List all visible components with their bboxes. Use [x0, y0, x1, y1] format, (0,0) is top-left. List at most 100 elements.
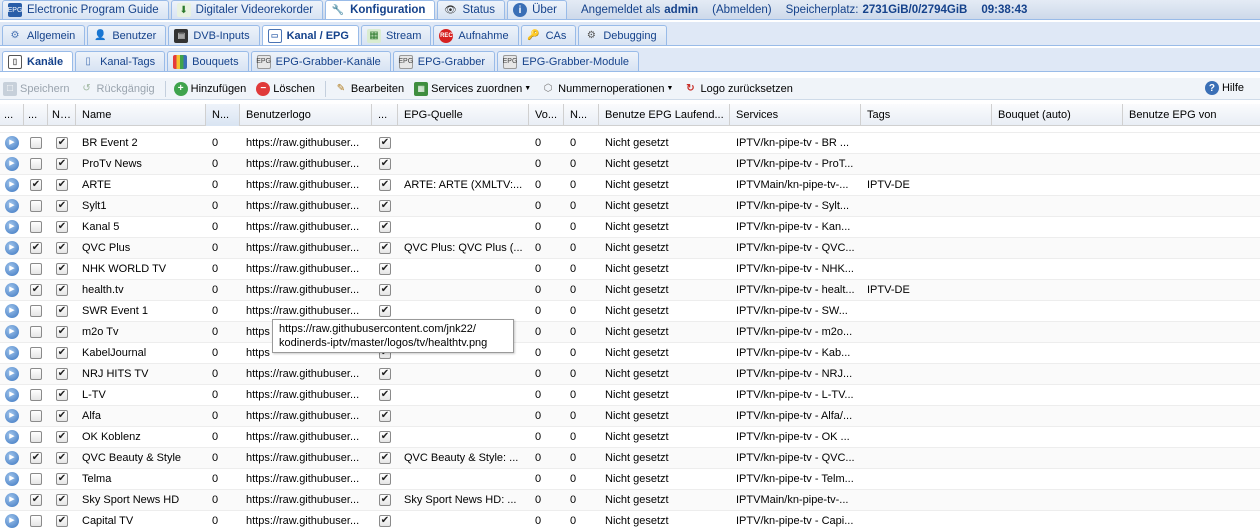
epg-auto-checkbox[interactable]: ✔ — [379, 137, 391, 149]
autoname-checkbox[interactable]: ✔ — [56, 263, 68, 275]
edit-button[interactable]: ✎ Bearbeiten — [334, 82, 404, 96]
autoname-checkbox[interactable]: ✔ — [56, 326, 68, 338]
autoname-checkbox[interactable]: ✔ — [56, 473, 68, 485]
enabled-checkbox[interactable] — [30, 305, 42, 317]
autoname-checkbox[interactable]: ✔ — [56, 368, 68, 380]
play-icon[interactable]: ▶ — [5, 514, 19, 528]
autoname-checkbox[interactable]: ✔ — [56, 242, 68, 254]
play-icon[interactable]: ▶ — [5, 388, 19, 402]
tab-general[interactable]: ⚙ Allgemein — [2, 25, 86, 45]
autoname-checkbox[interactable]: ✔ — [56, 179, 68, 191]
enabled-checkbox[interactable] — [30, 137, 42, 149]
autoname-checkbox[interactable]: ✔ — [56, 410, 68, 422]
autoname-checkbox[interactable]: ✔ — [56, 200, 68, 212]
tab-recording[interactable]: REC Aufnahme — [433, 25, 519, 45]
autoname-checkbox[interactable]: ✔ — [56, 305, 68, 317]
play-icon[interactable]: ▶ — [5, 472, 19, 486]
map-services-button[interactable]: ▦ Services zuordnen ▼ — [414, 81, 531, 96]
table-row[interactable]: ▶✔KabelJournal0https✔00Nicht gesetztIPTV… — [0, 343, 1260, 364]
play-icon[interactable]: ▶ — [5, 493, 19, 507]
autoname-checkbox[interactable]: ✔ — [56, 515, 68, 527]
number-operations-button[interactable]: ⬡ Nummernoperationen ▼ — [541, 82, 674, 96]
play-icon[interactable]: ▶ — [5, 283, 19, 297]
autoname-checkbox[interactable]: ✔ — [56, 137, 68, 149]
epg-auto-checkbox[interactable]: ✔ — [379, 221, 391, 233]
column-header[interactable]: ... — [372, 104, 398, 126]
epg-auto-checkbox[interactable]: ✔ — [379, 410, 391, 422]
tab-epg-grabber-modules[interactable]: EPG EPG-Grabber-Module — [497, 51, 640, 71]
epg-auto-checkbox[interactable]: ✔ — [379, 263, 391, 275]
enabled-checkbox[interactable]: ✔ — [30, 179, 42, 191]
tab-bouquets[interactable]: Bouquets — [167, 51, 249, 71]
column-header-user-logo[interactable]: Benutzerlogo — [240, 104, 372, 126]
play-icon[interactable]: ▶ — [5, 409, 19, 423]
reset-logo-button[interactable]: ↻ Logo zurücksetzen — [683, 82, 793, 96]
column-header[interactable]: Name — [48, 104, 76, 126]
enabled-checkbox[interactable]: ✔ — [30, 494, 42, 506]
autoname-checkbox[interactable]: ✔ — [56, 494, 68, 506]
tab-epg-grabber[interactable]: EPG EPG-Grabber — [392, 51, 496, 71]
table-row[interactable]: ▶ ✔ BR Event 2 0 https://raw.githubuser... ✔ 0… — [0, 133, 1260, 154]
enabled-checkbox[interactable]: ✔ — [30, 242, 42, 254]
tab-configuration[interactable]: 🔧 Konfiguration — [325, 0, 436, 19]
table-row[interactable]: ▶ ✔ OK Koblenz 0 https://raw.githubuser... ✔ 0… — [0, 427, 1260, 448]
play-icon[interactable]: ▶ — [5, 241, 19, 255]
epg-auto-checkbox[interactable]: ✔ — [379, 284, 391, 296]
column-header-epg-source[interactable]: EPG-Quelle — [398, 104, 529, 126]
table-row[interactable]: ▶ ✔ ProTv News 0 https://raw.githubuser... ✔ 0… — [0, 154, 1260, 175]
tab-users[interactable]: 👤 Benutzer — [87, 25, 167, 45]
play-icon[interactable]: ▶ — [5, 136, 19, 150]
epg-auto-checkbox[interactable]: ✔ — [379, 242, 391, 254]
epg-auto-checkbox[interactable]: ✔ — [379, 158, 391, 170]
epg-auto-checkbox[interactable]: ✔ — [379, 473, 391, 485]
table-row[interactable]: ▶ ✔ NHK WORLD TV 0 https://raw.githubuser...… — [0, 259, 1260, 280]
column-header-services[interactable]: Services — [730, 104, 861, 126]
tab-epg[interactable]: EPG Electronic Program Guide — [2, 0, 169, 19]
epg-auto-checkbox[interactable]: ✔ — [379, 452, 391, 464]
epg-auto-checkbox[interactable]: ✔ — [379, 389, 391, 401]
table-row[interactable]: ▶ ✔ Sylt1 0 https://raw.githubuser... ✔ 0 0 Nich… — [0, 196, 1260, 217]
enabled-checkbox[interactable] — [30, 326, 42, 338]
tab-dvr[interactable]: ⬇ Digitaler Videorekorder — [170, 0, 324, 19]
help-button[interactable]: ? Hilfe — [1204, 81, 1244, 95]
epg-auto-checkbox[interactable]: ✔ — [379, 368, 391, 380]
epg-auto-checkbox[interactable]: ✔ — [379, 179, 391, 191]
column-header-tags[interactable]: Tags — [861, 104, 992, 126]
column-header-name[interactable]: Name — [76, 104, 206, 126]
enabled-checkbox[interactable] — [30, 515, 42, 527]
epg-auto-checkbox[interactable]: ✔ — [379, 515, 391, 527]
column-header[interactable]: N... — [564, 104, 599, 126]
tab-channel-epg[interactable]: ▭ Kanal / EPG — [261, 25, 359, 45]
enabled-checkbox[interactable] — [30, 347, 42, 359]
play-icon[interactable]: ▶ — [5, 304, 19, 318]
epg-auto-checkbox[interactable]: ✔ — [379, 431, 391, 443]
table-row[interactable]: ▶ ✔ ✔ health.tv 0 https://raw.githubuser... ✔ 0… — [0, 280, 1260, 301]
save-button[interactable]: □ Speichern — [3, 81, 70, 96]
enabled-checkbox[interactable] — [30, 158, 42, 170]
play-icon[interactable]: ▶ — [5, 367, 19, 381]
table-row[interactable]: ▶ ✔ Alfa 0 https://raw.githubuser... ✔ 0 0 Nicht… — [0, 406, 1260, 427]
autoname-checkbox[interactable]: ✔ — [56, 284, 68, 296]
table-row[interactable]: ▶ ✔ ✔ QVC Plus 0 https://raw.githubuser... ✔ QV… — [0, 238, 1260, 259]
play-icon[interactable]: ▶ — [5, 262, 19, 276]
autoname-checkbox[interactable]: ✔ — [56, 221, 68, 233]
autoname-checkbox[interactable]: ✔ — [56, 389, 68, 401]
column-header-bouquet[interactable]: Bouquet (auto) — [992, 104, 1123, 126]
tab-status[interactable]: 👁 Status — [437, 0, 506, 19]
enabled-checkbox[interactable] — [30, 473, 42, 485]
table-row[interactable]: ▶ ✔ SWR Event 1 0 https://raw.githubuser... ✔… — [0, 301, 1260, 322]
play-icon[interactable]: ▶ — [5, 178, 19, 192]
delete-button[interactable]: − Löschen — [256, 81, 315, 96]
logout-link[interactable]: (Abmelden) — [712, 4, 771, 16]
play-icon[interactable]: ▶ — [5, 220, 19, 234]
table-row[interactable]: ▶ ✔ ✔ Sky Sport News HD 0 https://raw.githubu… — [0, 490, 1260, 511]
enabled-checkbox[interactable] — [30, 410, 42, 422]
autoname-checkbox[interactable]: ✔ — [56, 452, 68, 464]
play-icon[interactable]: ▶ — [5, 325, 19, 339]
enabled-checkbox[interactable]: ✔ — [30, 284, 42, 296]
enabled-checkbox[interactable] — [30, 200, 42, 212]
table-row[interactable]: ▶ ✔ Telma 0 https://raw.githubuser... ✔ 0 0 Nich… — [0, 469, 1260, 490]
tab-channels[interactable]: ▯ Kanäle — [2, 51, 74, 71]
column-header[interactable]: ... — [24, 104, 48, 126]
play-icon[interactable]: ▶ — [5, 430, 19, 444]
